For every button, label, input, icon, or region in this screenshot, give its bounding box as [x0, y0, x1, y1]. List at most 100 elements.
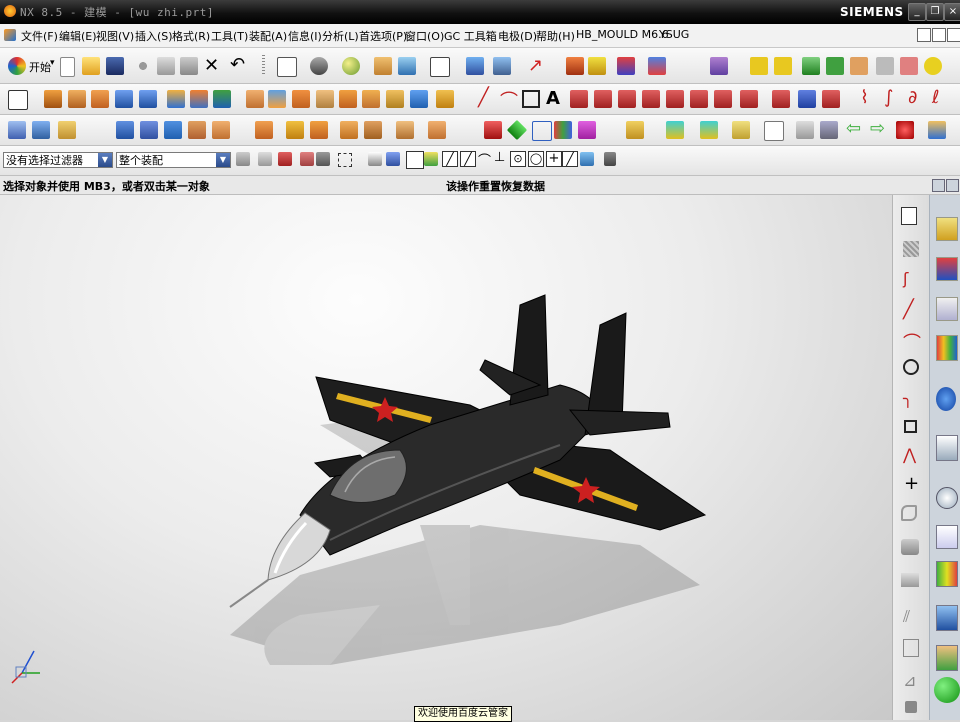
subtract-icon[interactable]	[190, 90, 208, 108]
menu-preferences[interactable]: 首选项(P)	[359, 28, 407, 44]
menu-file[interactable]: 文件(F)	[21, 28, 58, 44]
doc-close-button[interactable]	[947, 28, 960, 42]
menu-hb-mould[interactable]: HB_MOULD M6.6	[576, 28, 669, 41]
yellow-tool-icon[interactable]	[732, 121, 750, 139]
selection-tool-3-icon[interactable]	[278, 152, 292, 166]
point-icon[interactable]: +	[904, 473, 919, 494]
menu-analysis[interactable]: 分析(L)	[322, 28, 359, 44]
doc-minimize-button[interactable]	[917, 28, 931, 42]
mould-plus-icon[interactable]	[924, 57, 942, 75]
curve-tool-6-icon[interactable]	[690, 90, 708, 108]
menu-edit[interactable]: 编辑(E)	[59, 28, 97, 44]
mirror-curve-icon[interactable]: ⊿	[903, 671, 916, 690]
delete-icon[interactable]: ✕	[204, 55, 219, 76]
section-view-icon[interactable]	[466, 57, 484, 75]
type-filter-dropdown[interactable]: 没有选择过滤器 ▼	[3, 152, 113, 168]
hole-icon[interactable]	[91, 90, 109, 108]
curve-tool-1-icon[interactable]	[570, 90, 588, 108]
column-icon[interactable]	[928, 121, 946, 139]
pointer-icon[interactable]	[796, 121, 814, 139]
system-materials-icon[interactable]	[936, 645, 958, 671]
snap-end-icon[interactable]: ╱	[442, 151, 458, 167]
start-icon[interactable]	[8, 57, 26, 75]
through-mesh-icon[interactable]	[140, 121, 158, 139]
trim-icon[interactable]: ⫽	[903, 607, 910, 627]
cue-dock-icon[interactable]	[932, 179, 945, 192]
offset-face-icon[interactable]	[364, 121, 382, 139]
replace-face-icon[interactable]	[396, 121, 414, 139]
revolve-icon[interactable]	[68, 90, 86, 108]
snap-mid-icon[interactable]: ╱	[460, 151, 476, 167]
bridge-curve-icon[interactable]: ⌇	[860, 87, 869, 108]
chamfer-icon[interactable]	[268, 90, 286, 108]
extract-icon[interactable]	[340, 121, 358, 139]
text-icon[interactable]: A	[546, 88, 560, 109]
green-circle-icon[interactable]	[934, 677, 960, 703]
history-icon[interactable]	[936, 435, 958, 461]
cyan-block-1-icon[interactable]	[666, 121, 684, 139]
sketch-icon[interactable]	[8, 90, 28, 110]
fillet-icon[interactable]: ╮	[903, 389, 913, 408]
datum-icon[interactable]	[8, 121, 26, 139]
restore-button[interactable]: ❐	[926, 3, 944, 21]
wcs-icon[interactable]: ↗	[528, 55, 543, 76]
draft-icon[interactable]	[316, 90, 334, 108]
web-browser-icon[interactable]	[936, 387, 956, 411]
menu-information[interactable]: 信息(I)	[288, 28, 322, 44]
curve-tool-2-icon[interactable]	[594, 90, 612, 108]
unite-icon[interactable]	[167, 90, 185, 108]
doc-restore-button[interactable]	[932, 28, 946, 42]
snap-existing-icon[interactable]: +	[546, 151, 562, 167]
paste-icon[interactable]	[180, 57, 198, 75]
select-body-icon[interactable]	[386, 152, 400, 166]
datum-csys-icon[interactable]	[32, 121, 50, 139]
layer-icon[interactable]	[58, 121, 76, 139]
red-cube-icon[interactable]	[484, 121, 502, 139]
save-icon[interactable]	[106, 57, 124, 75]
open-folder-icon[interactable]	[82, 57, 100, 75]
menu-window[interactable]: 窗口(O)	[405, 28, 444, 44]
menu-insert[interactable]: 插入(S)	[135, 28, 173, 44]
clock-icon[interactable]	[936, 487, 958, 509]
assembly-navigator-icon[interactable]	[936, 217, 958, 241]
fit-view-icon[interactable]	[277, 57, 297, 77]
menu-electrode[interactable]: 电极(D)	[498, 28, 537, 44]
curve-tool-9-icon[interactable]	[772, 90, 790, 108]
snap-grid-icon[interactable]	[604, 152, 616, 166]
mould-red-icon[interactable]	[900, 57, 918, 75]
menu-gc-toolkit[interactable]: GC 工具箱	[444, 28, 497, 44]
wrench-icon[interactable]	[820, 121, 838, 139]
graphics-window[interactable]	[0, 195, 892, 720]
part-navigator-icon[interactable]	[936, 297, 958, 321]
split-body-icon[interactable]	[362, 90, 380, 108]
circle-icon[interactable]	[903, 359, 919, 375]
new-sketch-icon[interactable]	[901, 207, 917, 225]
material-icon[interactable]	[374, 57, 392, 75]
scope-filter-arrow[interactable]: ▼	[216, 153, 230, 167]
start-label[interactable]: 开始	[29, 59, 51, 75]
studio-surface-icon[interactable]	[212, 121, 230, 139]
polyline-icon[interactable]: ⋀	[903, 445, 916, 464]
extrude-icon[interactable]	[44, 90, 62, 108]
snap-intersect-icon[interactable]: ⊥	[494, 150, 505, 165]
clip-icon[interactable]	[493, 57, 511, 75]
mould-orange-icon[interactable]	[850, 57, 868, 75]
scope-filter-dropdown[interactable]: 整个装配 ▼	[116, 152, 231, 168]
offset-curve-small-icon[interactable]	[905, 701, 917, 713]
process-studio-icon[interactable]	[936, 561, 958, 587]
selection-tool-2-icon[interactable]	[258, 152, 272, 166]
mould-yellow-1-icon[interactable]	[750, 57, 768, 75]
cut-icon[interactable]	[134, 57, 152, 75]
color-grid-icon[interactable]	[554, 121, 572, 139]
curve-tool-4-icon[interactable]	[642, 90, 660, 108]
selection-tool-5-icon[interactable]	[316, 152, 330, 166]
arc-icon[interactable]: ⌒	[500, 87, 518, 113]
rectangle-icon[interactable]	[522, 90, 540, 108]
edge-blend-icon[interactable]	[246, 90, 264, 108]
menu-tools[interactable]: 工具(T)	[211, 28, 248, 44]
magenta-icon[interactable]	[578, 121, 596, 139]
transform-icon[interactable]	[617, 57, 635, 75]
mould-gray-1-icon[interactable]	[876, 57, 894, 75]
white-box-icon[interactable]	[764, 121, 784, 141]
snap-surface-icon[interactable]	[580, 152, 594, 166]
